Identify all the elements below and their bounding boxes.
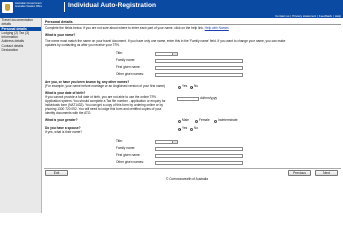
dob-field[interactable]	[177, 96, 199, 101]
title-select[interactable]	[155, 51, 178, 56]
spouse-title-select[interactable]	[155, 139, 178, 144]
name-note-line2: updates by contacting us after you recei…	[45, 43, 120, 47]
copyright-text: © Commonwealth of Australia	[166, 177, 209, 181]
previous-button[interactable]: Previous	[288, 170, 311, 176]
family-name-field[interactable]	[155, 58, 243, 63]
other-names-yes-radio[interactable]	[178, 85, 181, 89]
dob-note-5: identity documents with the ATO.	[45, 111, 92, 115]
spouse-other-given-names-label: Other given names:	[116, 160, 144, 164]
spouse-note: If yes, what is their name?	[45, 130, 83, 134]
agency-name: Australian Taxation Office	[15, 5, 43, 8]
exit-button[interactable]: Exit	[45, 170, 68, 176]
question-name: What is your name?	[45, 33, 76, 37]
first-given-name-label: First given name:	[116, 65, 141, 69]
site-header: Australian Government Australian Taxatio…	[0, 0, 343, 14]
first-given-name-field[interactable]	[155, 65, 243, 70]
spouse-first-given-name-field[interactable]	[155, 153, 243, 158]
intro-text: Complete the fields below. If you are no…	[45, 26, 342, 31]
gender-indeterminate-radio[interactable]	[214, 119, 217, 123]
main-content: Personal details Complete the fields bel…	[44, 18, 343, 213]
question-gender: What is your gender?	[45, 118, 78, 122]
dob-format-hint: dd/mm/yyyy	[200, 96, 218, 100]
help-with-names-link[interactable]: Help with Names	[205, 26, 229, 30]
header-divider	[64, 2, 65, 12]
spouse-yes-radio[interactable]	[178, 127, 181, 131]
sidebar-item-declaration[interactable]: Declaration	[0, 48, 41, 52]
coat-of-arms-logo	[2, 1, 13, 13]
other-names-no-label: No	[194, 84, 199, 88]
footer-divider	[44, 168, 341, 169]
spouse-other-given-names-field[interactable]	[155, 160, 243, 165]
sidebar: Travel documentation details Personal de…	[0, 18, 42, 213]
page-title: Personal details	[44, 20, 341, 25]
app-title: Individual Auto-Registration	[68, 2, 157, 9]
spouse-no-label: No	[194, 126, 199, 130]
next-button[interactable]: Next	[315, 170, 338, 176]
spouse-family-name-field[interactable]	[155, 146, 243, 151]
intro-paragraph: Complete the fields below. If you are no…	[45, 26, 204, 30]
title-label: Title:	[116, 51, 123, 55]
spouse-no-radio[interactable]	[190, 127, 193, 131]
spouse-first-given-name-label: First given name:	[116, 153, 141, 157]
family-name-label: Family name:	[116, 58, 136, 62]
gender-male-radio[interactable]	[178, 119, 181, 123]
other-names-yes-label: Yes	[182, 84, 188, 88]
spouse-yes-label: Yes	[182, 126, 188, 130]
other-given-names-label: Other given names:	[116, 72, 144, 76]
other-given-names-field[interactable]	[155, 72, 243, 77]
gender-female-label: Female	[199, 118, 210, 122]
other-names-no-radio[interactable]	[190, 85, 193, 89]
gender-indeterminate-label: Indeterminate	[218, 118, 238, 122]
spouse-title-label: Title:	[116, 139, 123, 143]
gender-male-label: Male	[182, 118, 189, 122]
gender-female-radio[interactable]	[195, 119, 198, 123]
spouse-family-name-label: Family name:	[116, 146, 136, 150]
